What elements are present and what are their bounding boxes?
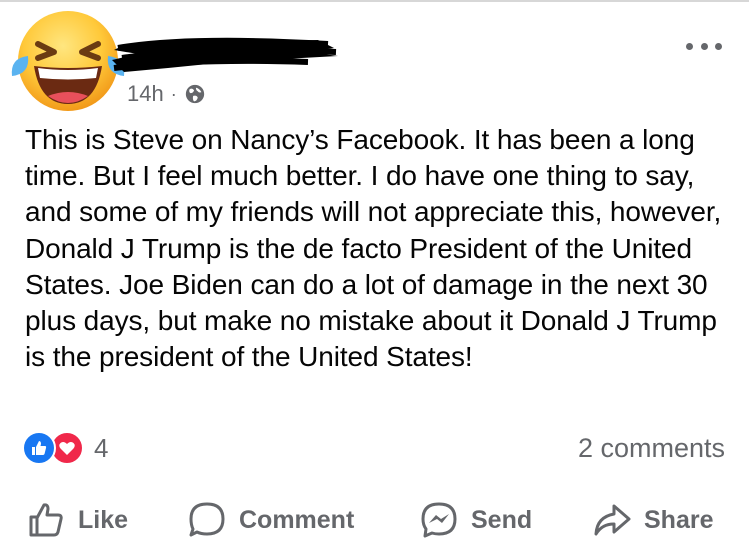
- redacted-author-name: [112, 37, 338, 72]
- meta-separator: ·: [170, 83, 177, 104]
- more-dot: [686, 42, 693, 50]
- reactions-summary[interactable]: 4: [22, 431, 108, 465]
- post-body-text: This is Steve on Nancy’s Facebook. It ha…: [25, 124, 722, 373]
- reaction-count: 4: [94, 432, 109, 463]
- action-bar: Like Comment Send Share: [0, 494, 749, 546]
- comment-bubble-icon: [189, 502, 225, 537]
- globe-icon: [185, 84, 204, 104]
- messenger-icon: [421, 502, 457, 538]
- like-button-label: Like: [78, 505, 129, 534]
- share-button-label: Share: [644, 505, 714, 534]
- facebook-post: 14h · This is Steve on Nancy’s Facebook.…: [0, 0, 749, 560]
- post-timestamp[interactable]: 14h: [127, 81, 164, 107]
- comment-button-label: Comment: [239, 505, 355, 534]
- post-meta: 14h ·: [127, 80, 206, 108]
- more-dot: [715, 42, 722, 50]
- like-button[interactable]: Like: [26, 494, 128, 546]
- send-button[interactable]: Send: [419, 494, 532, 546]
- more-options-icon[interactable]: [686, 36, 722, 56]
- more-dot: [700, 42, 708, 50]
- comment-button[interactable]: Comment: [187, 494, 354, 546]
- send-button-label: Send: [471, 505, 533, 534]
- thumbs-up-icon: [29, 503, 63, 537]
- share-arrow-icon: [594, 504, 631, 536]
- share-button[interactable]: Share: [592, 494, 713, 546]
- comments-count-link[interactable]: 2 comments: [578, 431, 725, 465]
- divider: [0, 0, 749, 2]
- like-reaction-icon: [22, 431, 56, 465]
